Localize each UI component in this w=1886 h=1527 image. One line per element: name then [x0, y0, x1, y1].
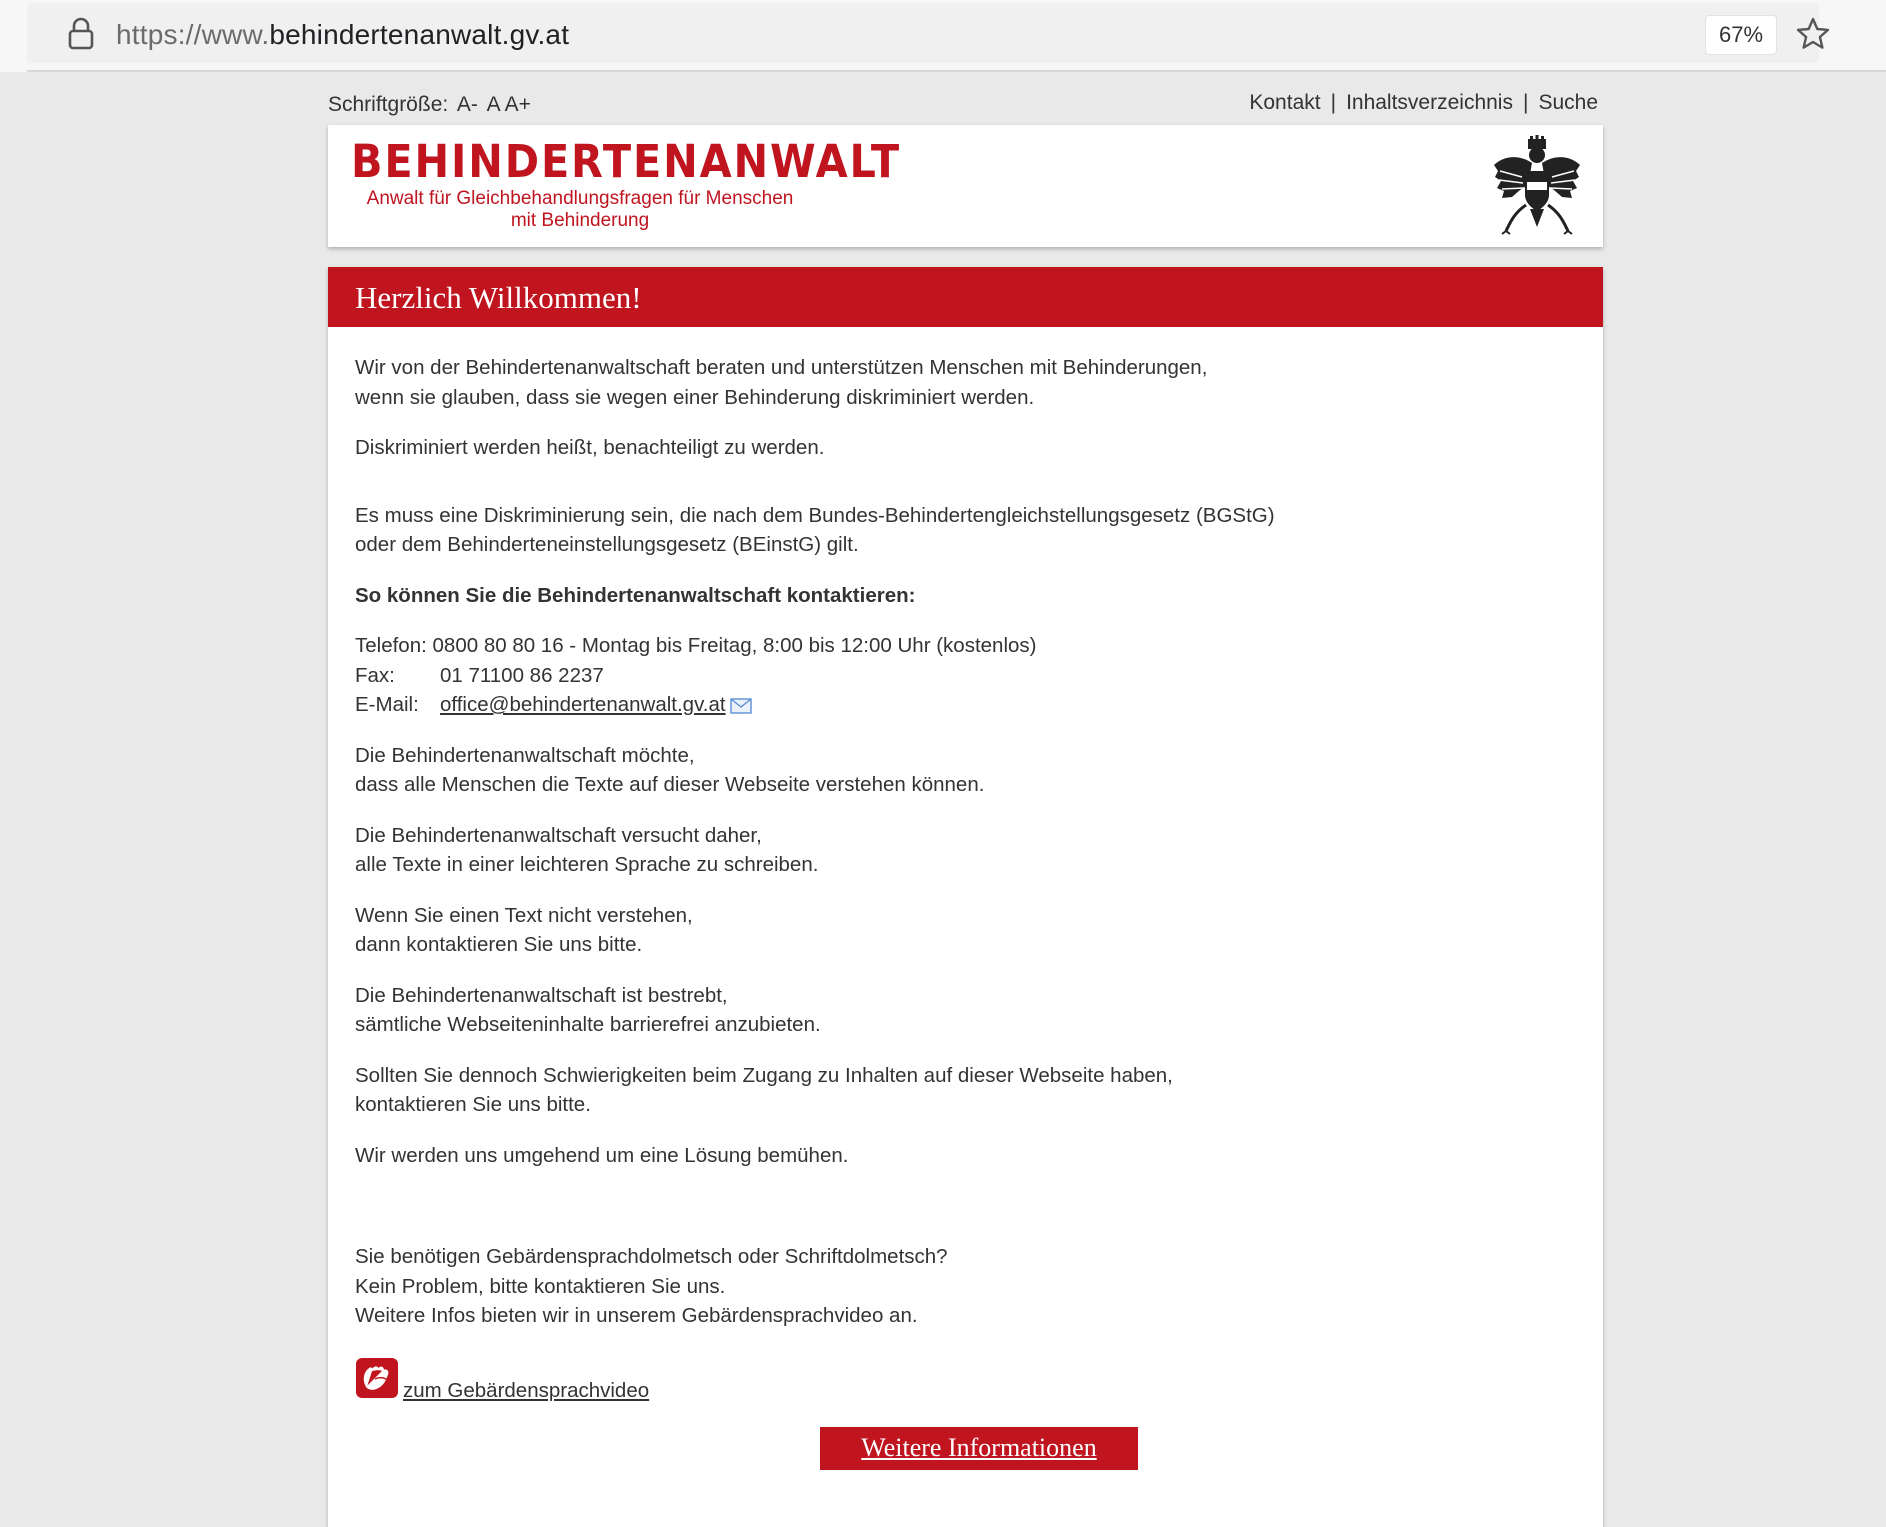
sign-line-3: Weitere Infos bieten wir in unserem Gebä…: [355, 1304, 918, 1327]
separator: |: [1330, 91, 1337, 114]
contact-block: Telefon: 0800 80 80 16 - Montag bis Frei…: [355, 631, 1555, 720]
phone-value: 0800 80 80 16 - Montag bis Freitag, 8:00…: [432, 634, 1037, 657]
url-text[interactable]: https://www.behindertenanwalt.gv.at: [116, 19, 569, 51]
law-line-1: Es muss eine Diskriminierung sein, die n…: [355, 503, 1275, 527]
fax-value: 01 71100 86 2237: [440, 663, 604, 687]
link-inhaltsverzeichnis[interactable]: Inhaltsverzeichnis: [1346, 91, 1513, 114]
url-domain: behindertenanwalt.gv.at: [269, 19, 570, 50]
logo-subtitle-line2: mit Behinderung: [510, 210, 650, 231]
difficulty-line-1: Sollten Sie dennoch Schwierigkeiten beim…: [355, 1063, 1173, 1087]
intro-line-2: wenn sie glauben, dass sie wegen einer B…: [355, 385, 1035, 409]
not-understand-paragraph: Wenn Sie einen Text nicht verstehen, dan…: [355, 901, 1555, 960]
sign-language-video-link[interactable]: zum Gebärdensprachvideo: [403, 1376, 649, 1406]
difficulty-paragraph: Sollten Sie dennoch Schwierigkeiten beim…: [355, 1061, 1555, 1120]
sign-line-2: Kein Problem, bitte kontaktieren Sie uns…: [355, 1274, 726, 1298]
font-size-control: Schriftgröße: A- A A+: [328, 93, 535, 117]
law-line-2: oder dem Behinderteneinstellungsgesetz (…: [355, 533, 859, 556]
contact-heading: So können Sie die Behindertenanwaltschaf…: [355, 583, 916, 607]
phone-label: Telefon:: [355, 634, 427, 657]
toolbar-divider: [27, 70, 1886, 72]
star-icon[interactable]: [1795, 16, 1831, 52]
welcome-banner: Herzlich Willkommen!: [328, 267, 1603, 327]
lock-icon: [68, 17, 94, 50]
fax-label: Fax:: [355, 663, 395, 687]
law-paragraph: Es muss eine Diskriminierung sein, die n…: [355, 501, 1555, 560]
browser-toolbar: https://www.behindertenanwalt.gv.at 67%: [0, 0, 1886, 72]
utility-bar: Schriftgröße: A- A A+ Kontakt | Inhaltsverz…: [328, 91, 1600, 121]
intro-paragraph: Wir von der Behindertenanwaltschaft bera…: [355, 353, 1555, 412]
link-kontakt[interactable]: Kontakt: [1249, 91, 1320, 114]
easy-line-2: alle Texte in einer leichteren Sprache z…: [355, 853, 819, 876]
barrier-free-line-2: sämtliche Webseiteninhalte barrierefrei …: [355, 1013, 821, 1036]
understand-line-2: dass alle Menschen die Texte auf dieser …: [355, 773, 985, 796]
not-understand-line-1: Wenn Sie einen Text nicht verstehen,: [355, 903, 693, 927]
intro-line-1: Wir von der Behindertenanwaltschaft bera…: [355, 356, 1208, 379]
site-header: BEHINDERTENANWALT Anwalt für Gleichbehan…: [328, 125, 1603, 247]
not-understand-line-2: dann kontaktieren Sie uns bitte.: [355, 933, 643, 956]
top-links: Kontakt | Inhaltsverzeichnis | Suche: [1249, 91, 1598, 115]
zoom-level-badge[interactable]: 67%: [1705, 15, 1777, 55]
page-title: Herzlich Willkommen!: [355, 280, 642, 315]
difficulty-line-2: kontaktieren Sie uns bitte.: [355, 1093, 591, 1116]
sign-video-row: zum Gebärdensprachvideo: [355, 1357, 1555, 1403]
separator: |: [1522, 91, 1529, 114]
font-size-larger-link[interactable]: A+: [505, 93, 531, 116]
sign-language-icon[interactable]: [355, 1357, 399, 1399]
font-size-label: Schriftgröße:: [328, 93, 449, 116]
font-size-normal-link[interactable]: A: [487, 93, 501, 116]
address-bar[interactable]: https://www.behindertenanwalt.gv.at 67%: [27, 3, 1830, 63]
logo-subtitle: Anwalt für Gleichbehandlungsfragen für M…: [351, 188, 809, 232]
phone-row: Telefon: 0800 80 80 16 - Montag bis Frei…: [355, 631, 1555, 661]
main-content-card: Herzlich Willkommen! Wir von der Behinde…: [328, 267, 1603, 1527]
understand-line-1: Die Behindertenanwaltschaft möchte,: [355, 743, 695, 767]
logo-subtitle-line1: Anwalt für Gleichbehandlungsfragen für M…: [366, 188, 794, 209]
link-suche[interactable]: Suche: [1538, 91, 1598, 114]
fax-row: Fax: 01 71100 86 2237: [355, 661, 1555, 691]
email-label: E-Mail:: [355, 693, 419, 716]
easy-language-paragraph: Die Behindertenanwaltschaft versucht dah…: [355, 821, 1555, 880]
font-size-smaller-link[interactable]: A-: [457, 93, 478, 116]
solution-paragraph: Wir werden uns umgehend um eine Lösung b…: [355, 1143, 849, 1167]
mail-icon[interactable]: [729, 697, 752, 714]
sign-language-paragraph: Sie benötigen Gebärdensprachdolmetsch od…: [355, 1242, 1555, 1331]
sign-line-1: Sie benötigen Gebärdensprachdolmetsch od…: [355, 1245, 948, 1268]
logo-title[interactable]: BEHINDERTENANWALT: [351, 135, 901, 188]
understand-paragraph: Die Behindertenanwaltschaft möchte, dass…: [355, 741, 1555, 800]
discrimination-paragraph: Diskriminiert werden heißt, benachteilig…: [355, 436, 825, 459]
eagle-coat-of-arms-icon: [1494, 135, 1580, 235]
url-prefix: https://www.: [116, 19, 270, 50]
content-body: Wir von der Behindertenanwaltschaft bera…: [355, 353, 1555, 1403]
easy-line-1: Die Behindertenanwaltschaft versucht dah…: [355, 823, 762, 847]
more-information-button[interactable]: Weitere Informationen: [820, 1427, 1138, 1470]
email-link[interactable]: office@behindertenanwalt.gv.at: [440, 693, 726, 716]
barrier-free-line-1: Die Behindertenanwaltschaft ist bestrebt…: [355, 983, 728, 1007]
email-row: E-Mail: office@behindertenanwalt.gv.at: [355, 690, 1555, 720]
barrier-free-paragraph: Die Behindertenanwaltschaft ist bestrebt…: [355, 981, 1555, 1040]
